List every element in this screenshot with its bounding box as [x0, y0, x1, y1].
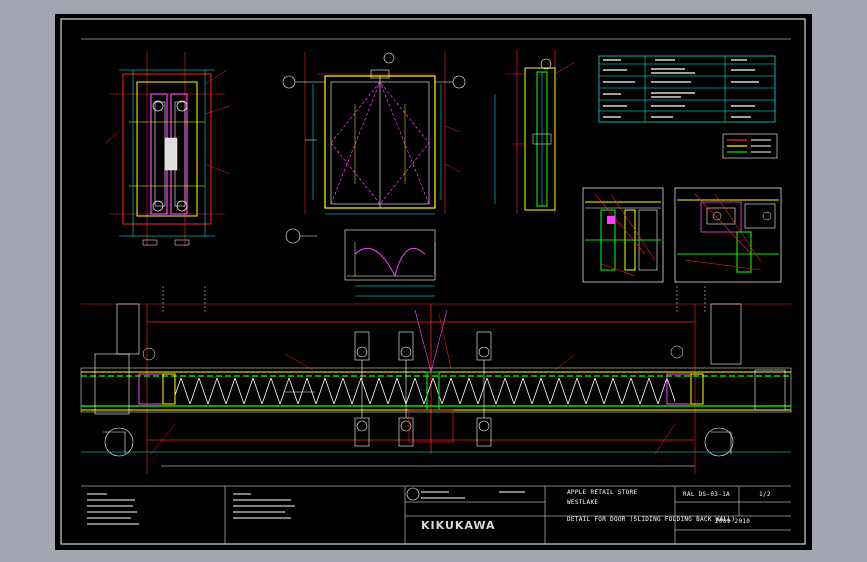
detail-guide-section — [285, 228, 436, 297]
sheet-number: 1/2 — [759, 491, 771, 498]
drawing-date: 2009 2010 — [715, 518, 751, 525]
detail-door-elevation — [282, 52, 466, 215]
detail-enlarged-a — [582, 187, 664, 283]
detail-side-section — [494, 49, 576, 214]
detail-long-section — [80, 286, 792, 474]
drawing-number: RAL DS-03-1A — [683, 491, 730, 498]
company-logo: KIKUKAWA — [421, 519, 496, 532]
spec-table — [598, 55, 776, 123]
line-legend — [722, 133, 778, 159]
sheet-border — [60, 18, 806, 545]
cad-drawing-sheet: APPLE RETAIL STORE WESTLAKE DETAIL FOR D… — [55, 14, 812, 550]
cad-drawing-canvas — [60, 18, 806, 545]
project-location: WESTLAKE — [567, 499, 599, 506]
drawing-title: DETAIL FOR DOOR (SLIDING FOLDING BACK WA… — [567, 516, 736, 523]
detail-plan-section — [104, 52, 231, 246]
project-name: APPLE RETAIL STORE — [567, 489, 638, 496]
detail-enlarged-b — [674, 187, 782, 283]
